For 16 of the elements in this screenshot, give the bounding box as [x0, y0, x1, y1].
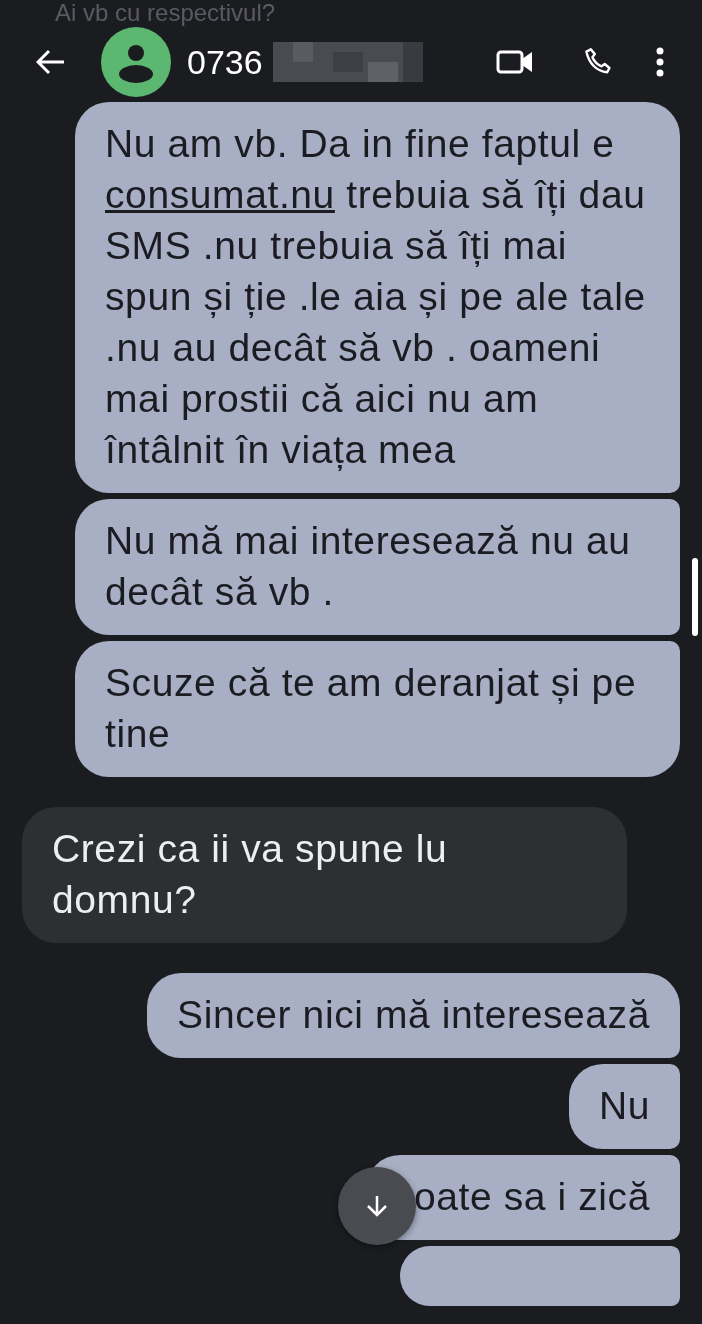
message-text: Sincer nici mă interesează	[177, 992, 650, 1038]
message-text: Crezi ca ii va spune lu domnu?	[52, 826, 449, 923]
scrollbar-thumb[interactable]	[692, 558, 698, 636]
back-icon[interactable]	[36, 49, 66, 75]
message-text: Scuze că te am deranjat și pe tine	[105, 660, 638, 757]
video-call-icon[interactable]	[496, 49, 534, 75]
contact-number: 0736	[187, 42, 263, 82]
message-text: Nu mă mai interesează nu au decât să vb .	[105, 518, 632, 615]
message-text: Nu am vb. Da in fine faptul e consumat.nu trebuia să îți dau SMS .nu trebuia să îți mai spun și ție .le aia și pe ale tale .nu au decât să vb . oameni mai prostii că aici nu am întâlnit în viața mea	[105, 121, 647, 473]
more-icon[interactable]	[656, 47, 664, 77]
arrow-down-icon	[365, 1194, 388, 1218]
link[interactable]: consumat.nu	[105, 173, 335, 216]
faded-message-text: Ai vb cu respectivul?	[54, 0, 277, 26]
avatar-icon	[101, 27, 171, 97]
message-text: oate sa i zică	[413, 1174, 650, 1220]
message-text: Nu	[598, 1083, 650, 1129]
